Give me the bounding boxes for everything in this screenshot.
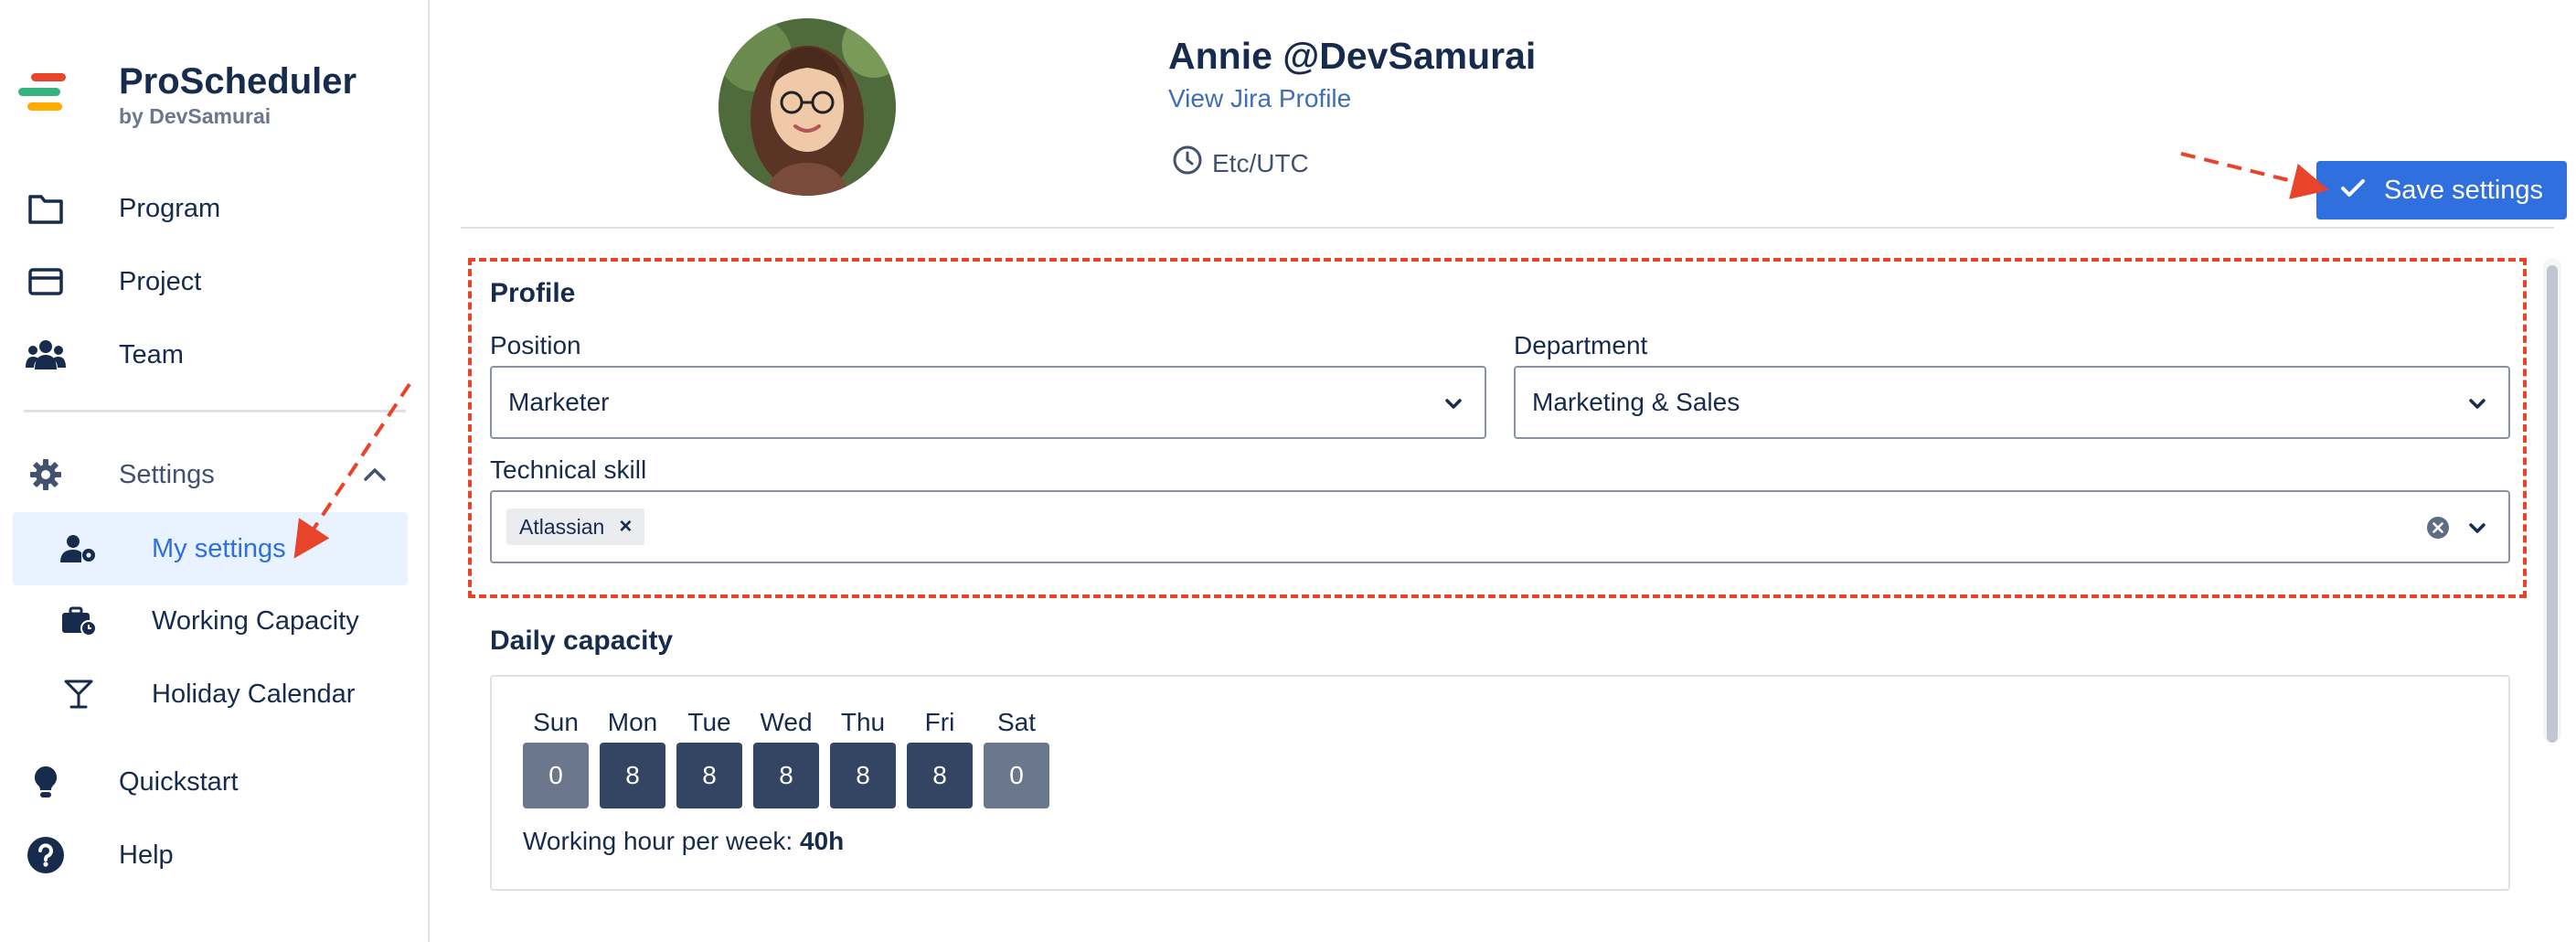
day-fri: Fri 8	[907, 708, 973, 808]
remove-tag-icon[interactable]: ×	[619, 514, 632, 540]
skill-tag: Atlassian ×	[506, 508, 645, 545]
annotation-arrow-save	[2180, 152, 2329, 199]
sidebar-item-label: Holiday Calendar	[152, 679, 356, 709]
day-sun: Sun 0	[523, 708, 589, 808]
user-gear-icon	[59, 529, 99, 569]
scrollbar-thumb[interactable]	[2547, 265, 2558, 743]
sidebar-item-label: Program	[119, 193, 221, 223]
position-select[interactable]: Marketer	[490, 366, 1486, 439]
chevron-down-icon	[2466, 516, 2488, 545]
gear-icon	[26, 455, 66, 495]
profile-title: Profile	[490, 278, 576, 308]
save-settings-label: Save settings	[2383, 175, 2544, 205]
clock-icon	[1172, 145, 1203, 182]
check-icon	[2340, 176, 2366, 206]
day-hours[interactable]: 0	[523, 743, 589, 808]
day-tue: Tue 8	[676, 708, 742, 808]
sidebar-item-label: Team	[119, 339, 184, 369]
working-hours-per-week: Working hour per week: 40h	[523, 827, 844, 856]
cocktail-icon	[59, 674, 99, 714]
users-icon	[26, 335, 66, 375]
sidebar-item-project[interactable]: Project	[0, 252, 430, 312]
day-hours[interactable]: 8	[600, 743, 665, 808]
view-jira-profile-link[interactable]: View Jira Profile	[1168, 84, 1351, 113]
day-mon: Mon 8	[600, 708, 665, 808]
department-value: Marketing & Sales	[1532, 388, 1740, 416]
sidebar-item-working-capacity[interactable]: Working Capacity	[0, 591, 430, 651]
sidebar-item-my-settings[interactable]: My settings	[13, 512, 408, 585]
sidebar-item-holiday-calendar[interactable]: Holiday Calendar	[0, 664, 430, 724]
technical-skill-label: Technical skill	[490, 455, 647, 484]
app-vendor: by DevSamurai	[119, 104, 271, 128]
lightbulb-icon	[26, 762, 66, 802]
technical-skill-select[interactable]: Atlassian ×	[490, 490, 2510, 563]
header-divider	[461, 227, 2554, 229]
day-name: Tue	[687, 708, 731, 736]
department-label: Department	[1514, 331, 1648, 359]
save-settings-button[interactable]: Save settings	[2316, 161, 2567, 219]
department-select[interactable]: Marketing & Sales	[1514, 366, 2510, 439]
day-name: Sun	[533, 708, 579, 736]
sidebar-item-quickstart[interactable]: Quickstart	[0, 752, 430, 812]
chevron-down-icon	[1442, 391, 1464, 421]
brand[interactable]: ProScheduler by DevSamurai	[18, 59, 357, 128]
sidebar-item-label: Project	[119, 266, 202, 296]
help-icon	[26, 835, 66, 875]
day-name: Thu	[840, 708, 886, 736]
sidebar: ProScheduler by DevSamurai Program Proje…	[0, 0, 430, 942]
sidebar-item-help[interactable]: Help	[0, 825, 430, 885]
sidebar-item-label: Working Capacity	[152, 605, 359, 636]
sidebar-item-program[interactable]: Program	[0, 178, 430, 239]
sidebar-item-team[interactable]: Team	[0, 325, 430, 385]
timezone: Etc/UTC	[1172, 145, 1309, 182]
chevron-down-icon	[2466, 391, 2488, 421]
sidebar-item-label: Settings	[119, 459, 215, 489]
daily-capacity-panel: Sun 0 Mon 8 Tue 8 Wed 8 Thu 8 Fri 8 Sat …	[490, 675, 2510, 891]
folder-icon	[26, 188, 66, 229]
position-label: Position	[490, 331, 581, 359]
day-name: Mon	[607, 708, 658, 736]
day-sat: Sat 0	[984, 708, 1049, 808]
chevron-up-icon[interactable]	[360, 460, 389, 489]
avatar	[719, 18, 896, 196]
clear-icon[interactable]	[2426, 516, 2450, 546]
day-hours[interactable]: 8	[676, 743, 742, 808]
app-name: ProScheduler	[119, 61, 357, 102]
briefcase-clock-icon	[59, 601, 99, 641]
day-hours[interactable]: 8	[907, 743, 973, 808]
week-total-label: Working hour per week:	[523, 827, 793, 855]
proscheduler-logo-icon	[18, 73, 71, 121]
day-hours[interactable]: 0	[984, 743, 1049, 808]
day-hours[interactable]: 8	[830, 743, 896, 808]
day-name: Sat	[996, 708, 1037, 736]
day-name: Fri	[924, 708, 955, 736]
user-display-name: Annie @DevSamurai	[1168, 35, 1537, 77]
day-hours[interactable]: 8	[753, 743, 819, 808]
skill-tag-label: Atlassian	[519, 514, 605, 539]
card-icon	[26, 262, 66, 302]
daily-capacity-title: Daily capacity	[490, 626, 674, 656]
day-name: Wed	[760, 708, 813, 736]
day-wed: Wed 8	[753, 708, 819, 808]
week-total-value: 40h	[799, 827, 845, 855]
sidebar-item-label: Quickstart	[119, 766, 239, 797]
position-value: Marketer	[508, 388, 610, 416]
day-thu: Thu 8	[830, 708, 896, 808]
timezone-label: Etc/UTC	[1212, 148, 1309, 177]
sidebar-item-settings[interactable]: Settings	[0, 444, 430, 505]
sidebar-divider	[24, 410, 406, 412]
sidebar-item-label: Help	[119, 840, 174, 870]
sidebar-item-label: My settings	[152, 533, 286, 563]
